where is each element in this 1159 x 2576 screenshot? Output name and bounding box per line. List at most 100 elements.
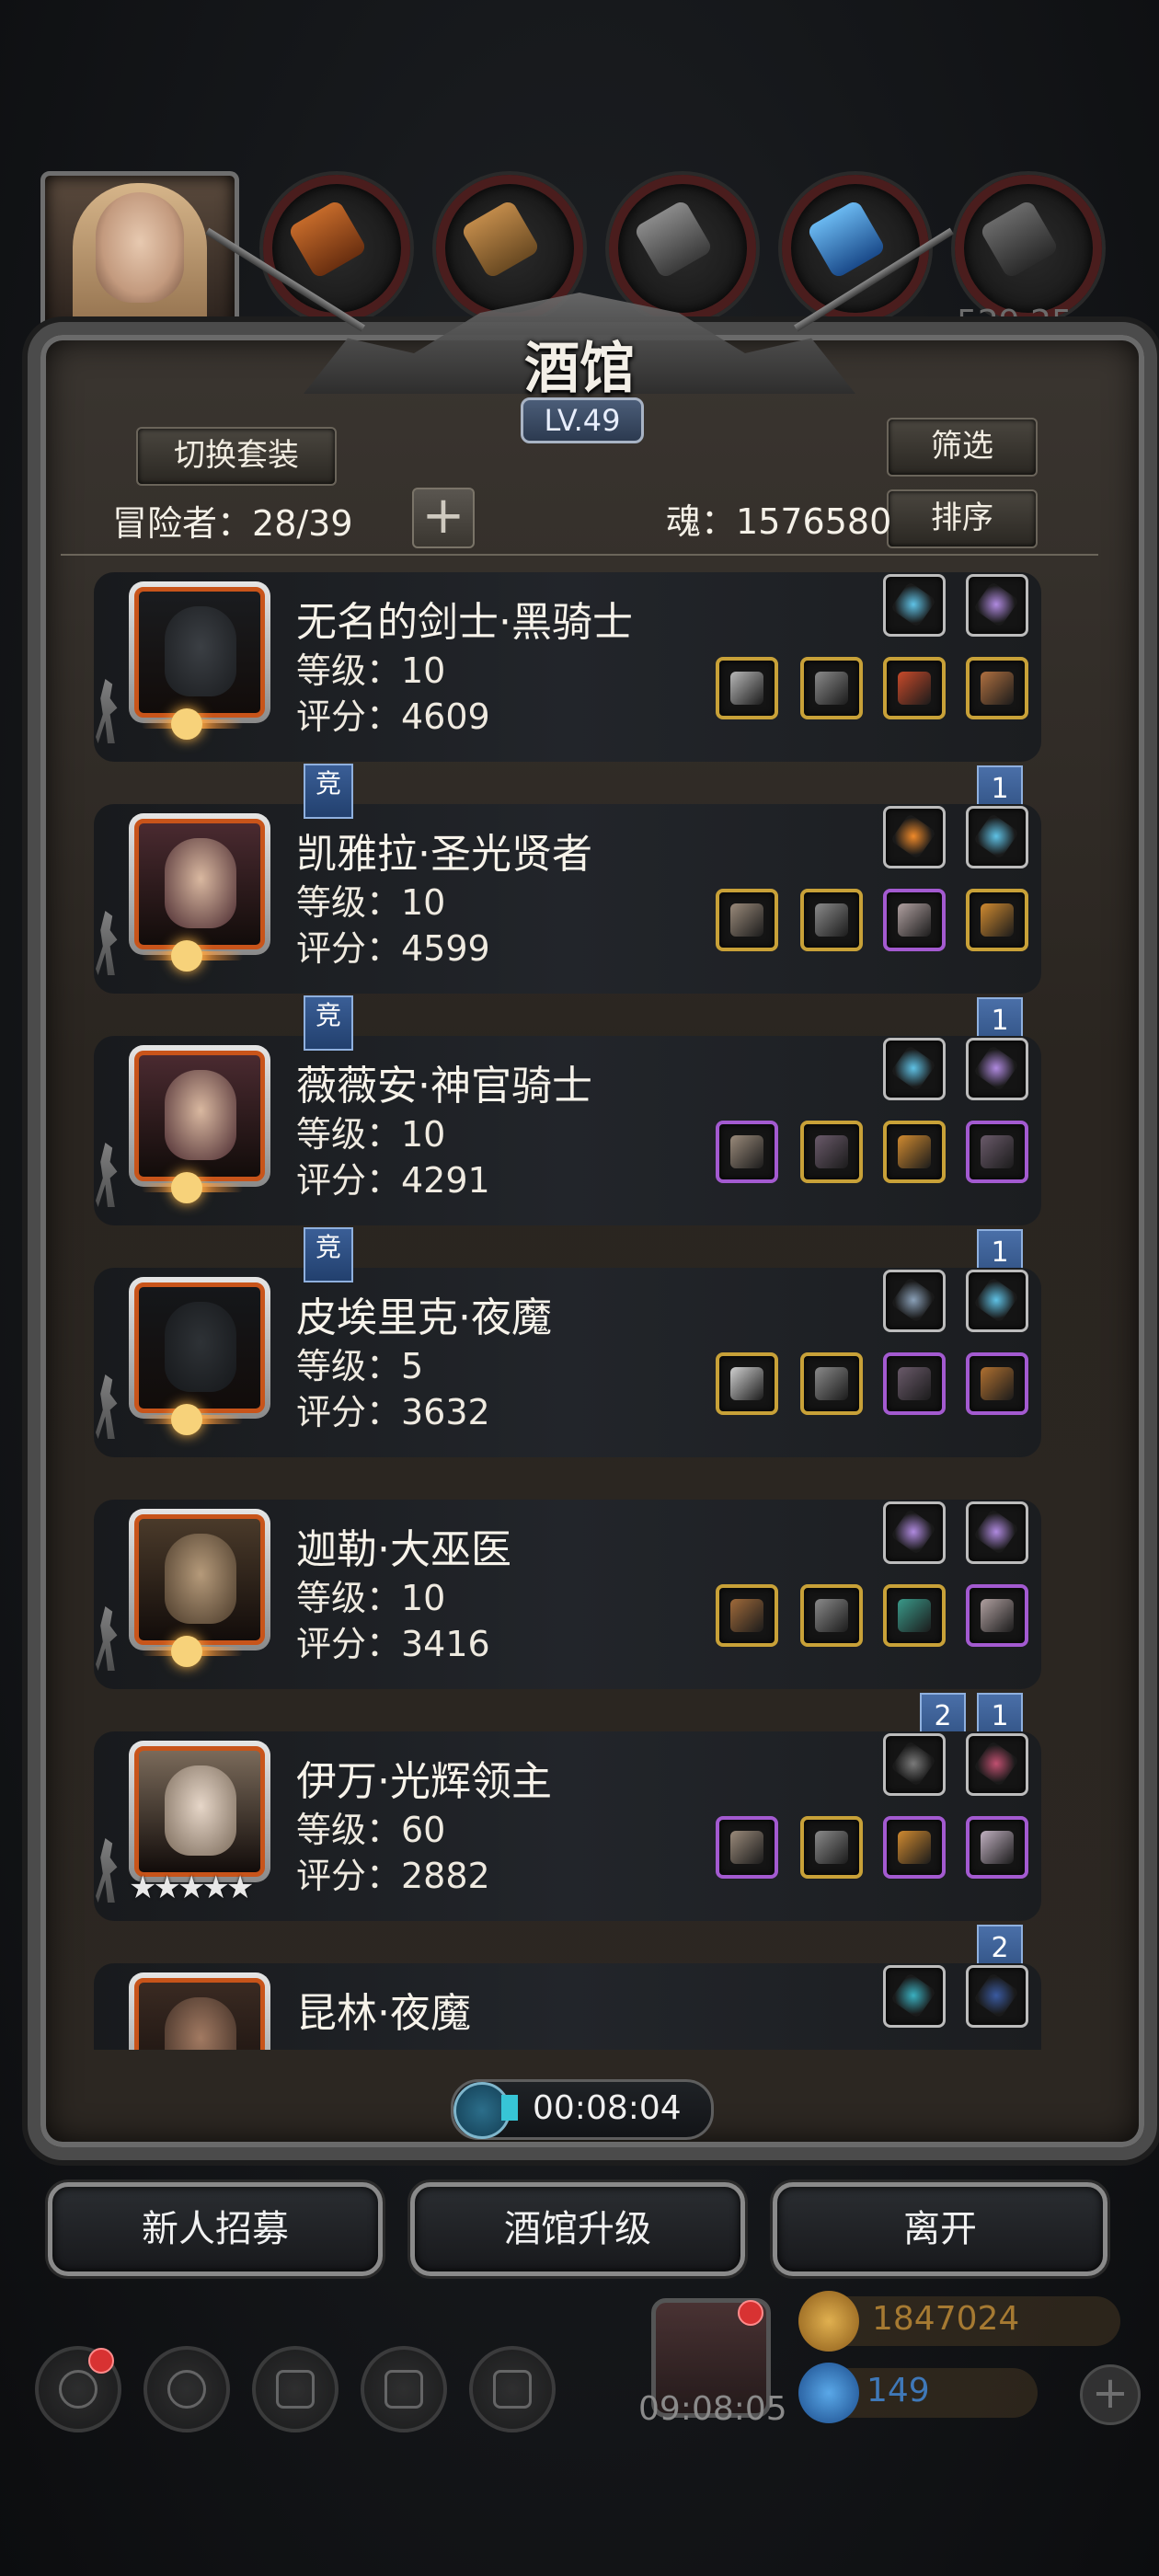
hero-score: 评分：4609 [296, 696, 490, 737]
equipment-slot[interactable] [883, 1816, 946, 1879]
skill-slot[interactable] [883, 1501, 946, 1564]
hero-portrait [165, 1070, 236, 1160]
hero-avatar[interactable] [129, 1045, 270, 1187]
leave-button[interactable]: 离开 [773, 2182, 1107, 2276]
hero-card[interactable]: 薇薇安·神官骑士 等级：10 评分：4291 [94, 1036, 1041, 1225]
potion-icon [972, 1740, 1020, 1788]
filter-button[interactable]: 筛选 [887, 418, 1038, 477]
equipment-slot[interactable] [883, 657, 946, 719]
hero-card[interactable]: 无名的剑士·黑骑士 等级：10 评分：4609 [94, 572, 1041, 762]
hero-card[interactable]: 迦勒·大巫医 等级：10 评分：3416 [94, 1500, 1041, 1689]
mail-icon [384, 2370, 423, 2409]
equipment-slot[interactable] [716, 1121, 778, 1183]
skill-slot[interactable] [883, 806, 946, 868]
equipment-slot[interactable] [716, 889, 778, 951]
equipment-slot[interactable] [800, 1121, 863, 1183]
hero-level: 等级：10 [296, 1114, 446, 1155]
skill-slot[interactable] [966, 574, 1028, 637]
runner-icon [96, 911, 118, 975]
add-capacity-button[interactable]: + [412, 488, 475, 548]
equipment-slot[interactable] [800, 657, 863, 719]
equipment-slot[interactable] [800, 1816, 863, 1879]
hero-name: 皮埃里克·夜魔 [296, 1294, 552, 1341]
upgrade-tavern-button[interactable]: 酒馆升级 [410, 2182, 745, 2276]
equipment-slot[interactable] [716, 657, 778, 719]
equipment-slot[interactable] [966, 1121, 1028, 1183]
material-iron-tab[interactable] [609, 175, 756, 322]
sort-button[interactable]: 排序 [887, 489, 1038, 548]
equipment-slot[interactable] [966, 1584, 1028, 1647]
claw-icon [889, 1740, 937, 1788]
hero-score: 评分：2882 [296, 1856, 490, 1896]
mail-button[interactable] [361, 2346, 447, 2432]
runner-icon [96, 1143, 118, 1207]
material-crystal-tab[interactable] [782, 175, 929, 322]
equipment-slot[interactable] [716, 1352, 778, 1415]
equipment-slot[interactable] [800, 1584, 863, 1647]
moon-icon [171, 940, 202, 972]
hero-list[interactable]: 无名的剑士·黑骑士 等级：10 评分：4609 1 凯雅拉·圣光贤者 等级：10… [52, 563, 1109, 2050]
bracelet-icon [889, 1972, 937, 2019]
gem-icon [798, 2363, 859, 2423]
skill-slot[interactable] [966, 806, 1028, 868]
skill-slot[interactable] [966, 1038, 1028, 1100]
equipment-slot[interactable] [883, 1121, 946, 1183]
material-orange-tab[interactable] [263, 175, 410, 322]
hero-card[interactable]: ★★★★★ 伊万·光辉领主 等级：60 评分：2882 [94, 1731, 1041, 1921]
player-portrait-tab[interactable] [40, 171, 239, 339]
equipment-slot[interactable] [966, 1816, 1028, 1879]
hero-avatar[interactable] [129, 1972, 270, 2050]
hero-card[interactable]: 凯雅拉·圣光贤者 等级：10 评分：4599 [94, 804, 1041, 994]
hero-avatar[interactable] [129, 813, 270, 955]
equipment-slot[interactable] [716, 1816, 778, 1879]
equipment-slot[interactable] [966, 889, 1028, 951]
hero-level: 等级：60 [296, 1810, 446, 1850]
hero-name: 迦勒·大巫医 [296, 1526, 511, 1573]
compete-tag: 竞 [304, 995, 353, 1051]
skill-slot[interactable] [966, 1501, 1028, 1564]
equipment-slot[interactable] [716, 1584, 778, 1647]
hero-avatar[interactable] [129, 1741, 270, 1882]
switch-set-button[interactable]: 切换套装 [136, 427, 337, 486]
equipment-slot[interactable] [800, 1352, 863, 1415]
mace-icon [730, 1135, 763, 1168]
skill-slot[interactable] [883, 574, 946, 637]
skill-slot[interactable] [966, 1965, 1028, 2028]
bracer-icon [981, 672, 1014, 705]
codex-button[interactable] [252, 2346, 339, 2432]
iron-ingot-icon [633, 199, 714, 280]
achievement-button[interactable] [143, 2346, 230, 2432]
skill-slot[interactable] [883, 1038, 946, 1100]
skill-slot[interactable] [883, 1733, 946, 1796]
hero-name: 薇薇安·神官骑士 [296, 1063, 592, 1110]
hero-avatar[interactable] [129, 581, 270, 723]
hero-avatar[interactable] [129, 1509, 270, 1650]
add-gem-button[interactable]: + [1080, 2364, 1141, 2425]
skill-slot[interactable] [966, 1733, 1028, 1796]
skill-slot[interactable] [966, 1270, 1028, 1332]
equipment-slot[interactable] [966, 657, 1028, 719]
equipment-slot[interactable] [966, 1352, 1028, 1415]
eye-amulet-icon [898, 1599, 931, 1632]
equipment-slot[interactable] [800, 889, 863, 951]
fire-orb-icon [889, 812, 937, 860]
hero-card[interactable]: 昆林·夜魔 [94, 1963, 1041, 2050]
whip-icon [972, 1972, 1020, 2019]
portrait-face [96, 192, 184, 303]
dark-ore-icon [979, 199, 1060, 280]
adventurers-value: 28/39 [252, 503, 353, 544]
skill-slot[interactable] [883, 1270, 946, 1332]
settings-notify-dot [88, 2348, 114, 2374]
recruit-button[interactable]: 新人招募 [48, 2182, 383, 2276]
hero-card[interactable]: 皮埃里克·夜魔 等级：5 评分：3632 [94, 1268, 1041, 1457]
hero-avatar[interactable] [129, 1277, 270, 1419]
skill-slot[interactable] [883, 1965, 946, 2028]
dice-button[interactable] [469, 2346, 556, 2432]
equipment-slot[interactable] [883, 889, 946, 951]
chest-icon [981, 1367, 1014, 1400]
gold-value: 1847024 [872, 2300, 1020, 2338]
material-dark-tab[interactable] [955, 175, 1102, 322]
hero-score: 评分：3416 [296, 1624, 490, 1664]
equipment-slot[interactable] [883, 1352, 946, 1415]
equipment-slot[interactable] [883, 1584, 946, 1647]
